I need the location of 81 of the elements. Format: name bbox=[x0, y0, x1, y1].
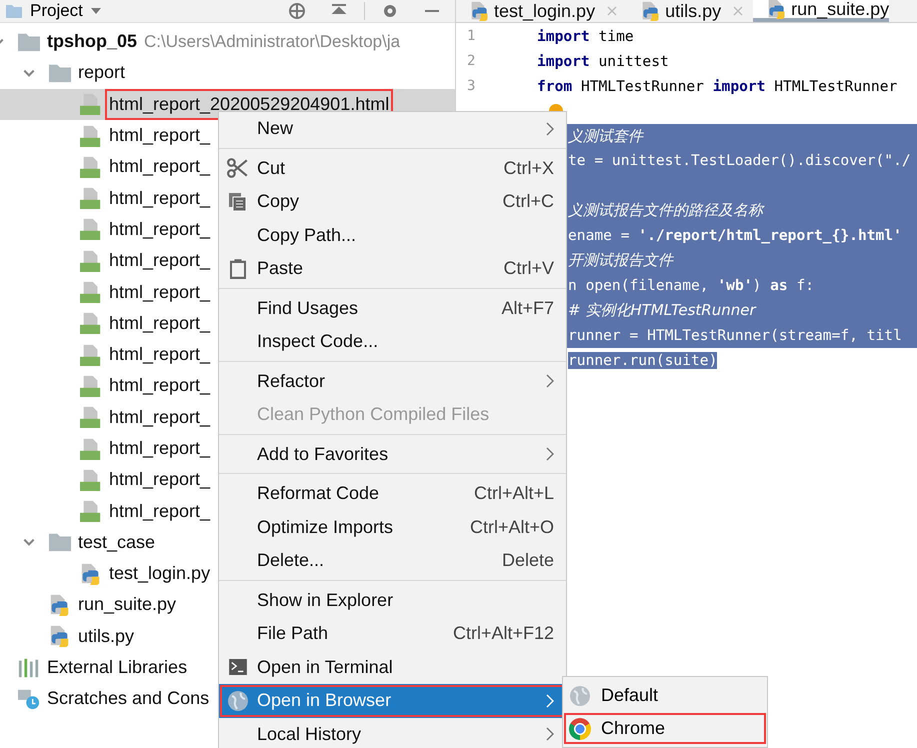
project-path: C:\Users\Administrator\Desktop\ja bbox=[144, 32, 400, 52]
menu-item[interactable]: Chrome bbox=[563, 712, 767, 745]
folder-icon bbox=[6, 4, 22, 18]
html-file-icon bbox=[80, 124, 102, 147]
tree-item[interactable]: html_report_ bbox=[107, 278, 212, 306]
menu-item[interactable]: Paste Ctrl+V bbox=[219, 252, 566, 286]
scratches-icon bbox=[18, 688, 40, 710]
editor-tab[interactable]: run_suite.py bbox=[753, 0, 890, 22]
editor-tab[interactable]: test_login.py bbox=[456, 0, 628, 22]
html-file-icon bbox=[80, 312, 102, 334]
tree-item[interactable]: html_report_ bbox=[107, 404, 212, 431]
tree-item[interactable]: html_report_ bbox=[107, 498, 212, 525]
menu-item[interactable]: File Path Ctrl+Alt+F12 bbox=[219, 617, 566, 650]
menu-item[interactable]: Add to Favorites bbox=[219, 438, 566, 471]
menu-item[interactable]: Cut Ctrl+X bbox=[219, 152, 566, 185]
menu-item[interactable]: Inspect Code... bbox=[219, 325, 566, 358]
html-file-icon bbox=[80, 250, 102, 272]
html-file-icon bbox=[80, 187, 102, 210]
tree-item[interactable]: test_login.py bbox=[107, 560, 212, 588]
html-file-icon bbox=[80, 93, 102, 116]
tree-item[interactable]: html_report_ bbox=[107, 341, 212, 368]
menu-item[interactable]: Copy Path... bbox=[219, 218, 566, 252]
menu-item[interactable]: Open in Terminal bbox=[219, 650, 566, 684]
menu-item[interactable]: Copy Ctrl+C bbox=[219, 185, 566, 218]
globe-icon bbox=[569, 684, 591, 706]
python-file-icon bbox=[49, 625, 71, 648]
terminal-icon bbox=[229, 659, 247, 676]
tree-item[interactable]: html_report_ bbox=[107, 122, 212, 150]
html-file-icon bbox=[80, 374, 102, 397]
menu-item[interactable]: Default bbox=[563, 679, 767, 712]
menu-item[interactable]: Local History bbox=[219, 718, 566, 748]
tree-item[interactable]: html_report_ bbox=[107, 184, 212, 212]
tree-item[interactable]: tpshop_05 bbox=[45, 28, 140, 56]
python-file-icon bbox=[80, 562, 102, 585]
tree-item[interactable]: report bbox=[76, 59, 128, 86]
scissors-icon bbox=[227, 157, 249, 180]
python-file-icon bbox=[49, 594, 71, 616]
html-file-icon bbox=[80, 406, 102, 428]
menu-item[interactable]: Refactor bbox=[219, 364, 566, 398]
tree-item[interactable]: html_report_ bbox=[107, 310, 212, 337]
menu-item[interactable]: Reformat Code Ctrl+Alt+L bbox=[219, 477, 566, 510]
editor-tab[interactable]: utils.py bbox=[627, 0, 754, 22]
copy-icon bbox=[228, 192, 248, 212]
menu-item[interactable]: Delete... Delete bbox=[219, 544, 566, 578]
python-file-icon bbox=[767, 0, 788, 19]
html-file-icon bbox=[80, 438, 102, 460]
tree-item[interactable]: html_report_ bbox=[107, 435, 212, 462]
code-line: from HTMLTestRunner import HTMLTestRunner bbox=[537, 78, 898, 95]
line-number: 3 bbox=[467, 78, 476, 94]
folder-icon bbox=[49, 531, 71, 554]
tree-item[interactable]: html_report_ bbox=[107, 216, 212, 243]
library-icon bbox=[18, 656, 40, 679]
tree-item[interactable]: run_suite.py bbox=[76, 591, 178, 618]
tree-item[interactable]: html_report_ bbox=[107, 153, 212, 180]
browser-logo-icon bbox=[569, 718, 591, 740]
code-line: import time bbox=[537, 28, 634, 45]
code-line: import unittest bbox=[537, 52, 669, 70]
menu-item[interactable]: Show in Explorer bbox=[219, 584, 566, 617]
dropdown-icon[interactable] bbox=[90, 8, 101, 14]
menu-item[interactable]: New bbox=[219, 112, 566, 146]
crosshair-icon[interactable] bbox=[288, 2, 306, 20]
html-file-icon bbox=[80, 468, 102, 491]
menu-item[interactable]: Find Usages Alt+F7 bbox=[219, 292, 566, 325]
tree-item[interactable]: utils.py bbox=[76, 622, 136, 650]
panel-title[interactable]: Project bbox=[30, 1, 83, 21]
clipboard-icon bbox=[230, 258, 246, 279]
tree-item[interactable]: html_report_ bbox=[107, 466, 212, 494]
tree-item[interactable]: Scratches and Cons bbox=[45, 685, 212, 712]
menu-item[interactable]: Optimize Imports Ctrl+Alt+O bbox=[219, 510, 566, 544]
html-file-icon bbox=[80, 500, 102, 522]
html-file-icon bbox=[80, 156, 102, 178]
line-number: 2 bbox=[467, 53, 476, 70]
tree-item[interactable]: test_case bbox=[76, 528, 158, 556]
line-number: 1 bbox=[467, 28, 476, 44]
tree-item[interactable]: External Libraries bbox=[45, 654, 190, 682]
tree-item[interactable]: html_report_ bbox=[107, 247, 212, 274]
globe-icon bbox=[227, 690, 249, 712]
html-file-icon bbox=[80, 344, 102, 366]
tree-item[interactable]: html_report_ bbox=[107, 372, 212, 400]
html-file-icon bbox=[80, 281, 102, 304]
html-file-icon bbox=[80, 218, 102, 240]
